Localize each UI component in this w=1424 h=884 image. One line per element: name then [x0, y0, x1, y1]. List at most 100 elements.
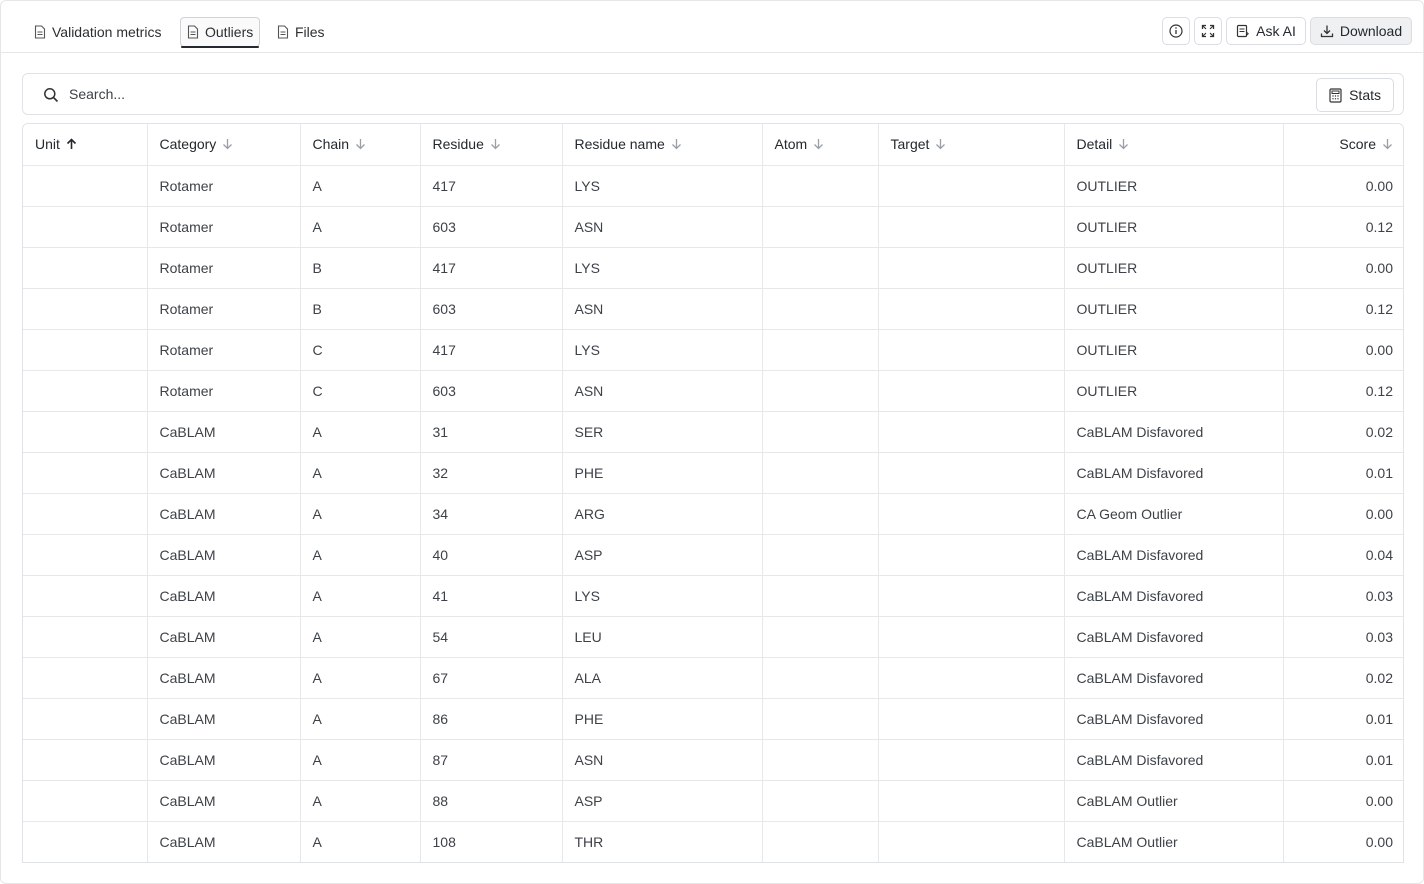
- table-row[interactable]: Rotamer C 603 ASN OUTLIER 0.12: [23, 370, 1403, 412]
- cell-detail: CaBLAM Disfavored: [1064, 534, 1284, 576]
- cell-detail: CaBLAM Outlier: [1064, 780, 1284, 822]
- cell-chain: A: [300, 534, 421, 576]
- table-row[interactable]: CaBLAM A 40 ASP CaBLAM Disfavored 0.04: [23, 534, 1403, 576]
- cell-chain: A: [300, 206, 421, 248]
- cell-chain: A: [300, 739, 421, 781]
- cell-unit: [23, 698, 148, 740]
- cell-target: [878, 780, 1065, 822]
- cell-residue-name: ASN: [562, 370, 763, 412]
- cell-score: 0.00: [1283, 329, 1403, 371]
- tab-outliers[interactable]: Outliers: [180, 17, 261, 48]
- stats-button[interactable]: Stats: [1316, 78, 1394, 112]
- outliers-table: Unit Category Chain Residue Residue name Atom…: [22, 123, 1404, 863]
- cell-detail: CA Geom Outlier: [1064, 493, 1284, 535]
- table-row[interactable]: CaBLAM A 32 PHE CaBLAM Disfavored 0.01: [23, 452, 1403, 494]
- tab-files[interactable]: Files: [271, 17, 331, 47]
- cell-target: [878, 616, 1065, 658]
- tab-validation-metrics[interactable]: Validation metrics: [28, 17, 167, 47]
- cell-unit: [23, 247, 148, 289]
- table-row[interactable]: [23, 862, 1404, 863]
- column-header-unit[interactable]: Unit: [23, 124, 148, 166]
- cell-target: [878, 657, 1065, 699]
- cell-category: Rotamer: [147, 247, 301, 289]
- column-header-label: Unit: [35, 136, 60, 153]
- stats-label: Stats: [1349, 87, 1381, 103]
- cell-residue: 40: [420, 534, 563, 576]
- cell-residue: 603: [420, 288, 563, 330]
- table-row[interactable]: CaBLAM A 54 LEU CaBLAM Disfavored 0.03: [23, 616, 1403, 658]
- cell-chain: [300, 862, 420, 863]
- cell-residue: 86: [420, 698, 563, 740]
- table-row[interactable]: CaBLAM A 31 SER CaBLAM Disfavored 0.02: [23, 411, 1403, 453]
- cell-residue: 41: [420, 575, 563, 617]
- cell-score: 0.12: [1283, 206, 1403, 248]
- cell-category: Rotamer: [147, 165, 301, 207]
- column-header-label: Category: [159, 136, 217, 153]
- cell-category: CaBLAM: [147, 452, 301, 494]
- calculator-icon: [1329, 87, 1342, 103]
- table-row[interactable]: Rotamer B 603 ASN OUTLIER 0.12: [23, 288, 1403, 330]
- table-row[interactable]: CaBLAM A 67 ALA CaBLAM Disfavored 0.02: [23, 657, 1403, 699]
- column-header-score[interactable]: Score: [1283, 124, 1403, 166]
- table-row[interactable]: CaBLAM A 88 ASP CaBLAM Outlier 0.00: [23, 780, 1403, 822]
- search-input[interactable]: [69, 84, 1269, 104]
- cell-unit: [23, 821, 148, 862]
- table-row[interactable]: CaBLAM A 108 THR CaBLAM Outlier 0.00: [23, 821, 1403, 862]
- ask-ai-button[interactable]: Ask AI: [1226, 17, 1306, 45]
- cell-residue: 417: [420, 165, 563, 207]
- table-row[interactable]: Rotamer A 603 ASN OUTLIER 0.12: [23, 206, 1403, 248]
- cell-chain: A: [300, 165, 421, 207]
- cell-residue-name: ALA: [562, 657, 763, 699]
- sort-descending-icon: [936, 139, 946, 150]
- search-bar: Stats: [22, 73, 1404, 115]
- column-header-label: Atom: [774, 136, 808, 153]
- column-header-atom[interactable]: Atom: [762, 124, 879, 166]
- cell-atom: [762, 575, 879, 617]
- cell-score: 0.02: [1283, 657, 1403, 699]
- table-row[interactable]: CaBLAM A 87 ASN CaBLAM Disfavored 0.01: [23, 739, 1403, 781]
- info-button[interactable]: [1162, 17, 1190, 45]
- table-row[interactable]: CaBLAM A 34 ARG CA Geom Outlier 0.00: [23, 493, 1403, 535]
- cell-unit: [23, 534, 148, 576]
- table-row[interactable]: CaBLAM A 86 PHE CaBLAM Disfavored 0.01: [23, 698, 1403, 740]
- column-header-detail[interactable]: Detail: [1064, 124, 1284, 166]
- table-row[interactable]: CaBLAM A 41 LYS CaBLAM Disfavored 0.03: [23, 575, 1403, 617]
- cell-unit: [23, 780, 148, 822]
- cell-atom: [762, 288, 879, 330]
- cell-score: 0.00: [1283, 821, 1403, 862]
- document-icon: [277, 25, 289, 39]
- cell-atom: [762, 411, 879, 453]
- cell-category: CaBLAM: [147, 698, 301, 740]
- column-header-chain[interactable]: Chain: [300, 124, 421, 166]
- column-header-label: Detail: [1076, 136, 1113, 153]
- top-bar: Validation metrics Outliers Files Ask AI…: [1, 1, 1423, 53]
- cell-residue: 54: [420, 616, 563, 658]
- column-header-target[interactable]: Target: [878, 124, 1065, 166]
- cell-category: Rotamer: [147, 206, 301, 248]
- table-body: Rotamer A 417 LYS OUTLIER 0.00 Rotamer A 603 ASN O…: [23, 165, 1404, 863]
- table-row[interactable]: Rotamer C 417 LYS OUTLIER 0.00: [23, 329, 1403, 371]
- cell-chain: A: [300, 575, 421, 617]
- cell-residue-name: ASP: [562, 534, 763, 576]
- table-row[interactable]: Rotamer B 417 LYS OUTLIER 0.00: [23, 247, 1403, 289]
- cell-category: CaBLAM: [147, 821, 301, 862]
- fullscreen-button[interactable]: [1194, 17, 1222, 45]
- column-header-category[interactable]: Category: [147, 124, 301, 166]
- cell-residue: 417: [420, 329, 563, 371]
- cell-atom: [762, 780, 879, 822]
- download-button[interactable]: Download: [1310, 17, 1412, 45]
- table-row[interactable]: Rotamer A 417 LYS OUTLIER 0.00: [23, 165, 1403, 207]
- cell-detail: OUTLIER: [1064, 329, 1284, 371]
- cell-category: Rotamer: [147, 329, 301, 371]
- cell-detail: CaBLAM Disfavored: [1064, 616, 1284, 658]
- column-header-residue-name[interactable]: Residue name: [562, 124, 763, 166]
- cell-unit: [23, 862, 147, 863]
- cell-target: [878, 862, 1064, 863]
- cell-score: 0.12: [1283, 370, 1403, 412]
- column-header-residue[interactable]: Residue: [420, 124, 563, 166]
- cell-residue-name: PHE: [562, 698, 763, 740]
- cell-chain: A: [300, 657, 421, 699]
- cell-residue: 603: [420, 206, 563, 248]
- cell-category: CaBLAM: [147, 493, 301, 535]
- cell-detail: CaBLAM Disfavored: [1064, 575, 1284, 617]
